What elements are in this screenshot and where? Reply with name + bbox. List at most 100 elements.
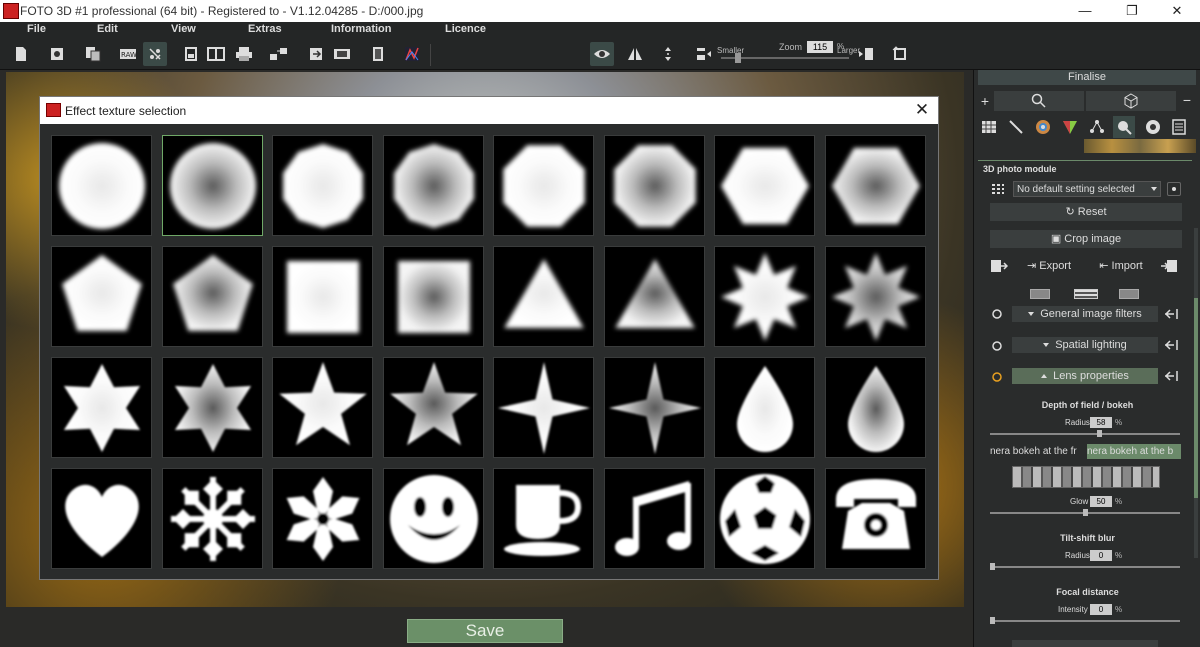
texture-soft-pentagon-dark[interactable] xyxy=(161,246,263,347)
aperture-icon[interactable] xyxy=(1145,119,1161,135)
collapse-panel-icon[interactable] xyxy=(1164,370,1180,382)
texture-icon[interactable] xyxy=(981,119,997,135)
slideshow-icon[interactable] xyxy=(330,42,354,66)
export-all-icon[interactable] xyxy=(990,259,1008,273)
single-view-icon[interactable] xyxy=(179,42,203,66)
texture-soft-8star-light[interactable] xyxy=(714,246,815,347)
texture-soft-hexagon-light[interactable] xyxy=(714,135,815,236)
import-button[interactable]: ⇤ Import xyxy=(1090,258,1152,275)
book-icon[interactable] xyxy=(366,42,390,66)
texture-smiley[interactable] xyxy=(382,468,484,569)
preset-options-icon[interactable] xyxy=(1167,182,1181,196)
general-image-filters-button[interactable]: General image filters xyxy=(1012,306,1158,322)
preset-grid-icon[interactable] xyxy=(991,183,1005,195)
intensity-slider[interactable] xyxy=(990,620,1180,622)
texture-soft-8star-dark[interactable] xyxy=(824,246,926,347)
color-wheel-icon[interactable] xyxy=(1035,119,1051,135)
menu-extras[interactable]: Extras xyxy=(248,23,282,35)
bokeh-back-option[interactable]: nera bokeh at the b xyxy=(1087,444,1181,459)
texture-football[interactable] xyxy=(714,468,815,569)
print-icon[interactable] xyxy=(232,42,256,66)
raw-icon[interactable]: RAW xyxy=(116,42,140,66)
remove-button[interactable]: − xyxy=(1180,92,1194,110)
search-tab[interactable] xyxy=(994,91,1084,111)
texture-heart[interactable] xyxy=(51,468,152,569)
spatial-lighting-button[interactable]: Spatial lighting xyxy=(1012,337,1158,353)
texture-soft-hexagon-dark[interactable] xyxy=(824,135,926,236)
collapse-panel-icon[interactable] xyxy=(1164,308,1180,320)
preset-dropdown[interactable]: No default setting selected xyxy=(1013,181,1161,197)
texture-snowflake-b[interactable] xyxy=(272,468,373,569)
collapse-panel-icon[interactable] xyxy=(1164,339,1180,351)
copy-icon[interactable] xyxy=(81,42,105,66)
3d-cube-tab[interactable] xyxy=(1086,91,1176,111)
zoom-slider-knob[interactable] xyxy=(735,53,741,63)
radius-slider-knob[interactable] xyxy=(1097,430,1103,437)
link-icon-lens[interactable] xyxy=(991,371,1003,383)
texture-soft-square-dark[interactable] xyxy=(382,246,484,347)
layout-small-icon[interactable] xyxy=(1030,289,1050,299)
split-view-icon[interactable] xyxy=(204,42,228,66)
maximize-button[interactable]: ❐ xyxy=(1109,0,1155,22)
texture-soft-triangle-dark[interactable] xyxy=(603,246,705,347)
texture-soft-circle-dark[interactable] xyxy=(161,135,263,236)
open-file-icon[interactable] xyxy=(45,42,69,66)
intensity-value[interactable]: 0 xyxy=(1090,604,1112,615)
tilt-radius-slider[interactable] xyxy=(990,566,1180,568)
finalise-header[interactable]: Finalise xyxy=(978,70,1196,85)
texture-soft-pentagon-light[interactable] xyxy=(51,246,152,347)
link-icon-lighting[interactable] xyxy=(991,340,1003,352)
texture-6star-light[interactable] xyxy=(51,357,152,458)
dialog-close-button[interactable]: ✕ xyxy=(911,99,933,121)
reset-button[interactable]: ↻ Reset xyxy=(990,203,1182,221)
texture-5star-dark[interactable] xyxy=(382,357,484,458)
glow-slider-knob[interactable] xyxy=(1082,509,1088,516)
menu-edit[interactable]: Edit xyxy=(97,23,118,35)
panel-scrollbar[interactable] xyxy=(1194,228,1198,558)
texture-soft-octagon-dark[interactable] xyxy=(603,135,705,236)
brush-icon[interactable] xyxy=(1008,119,1024,135)
texture-soft-square-light[interactable] xyxy=(272,246,373,347)
zoom-value[interactable]: 115 xyxy=(807,41,833,53)
texture-drop-light[interactable] xyxy=(714,357,815,458)
flip-vertical-icon[interactable] xyxy=(656,42,680,66)
radius-value[interactable]: 58 xyxy=(1090,417,1112,428)
minimize-button[interactable]: — xyxy=(1062,0,1108,22)
effects-icon[interactable] xyxy=(143,42,167,66)
texture-soft-triangle-light[interactable] xyxy=(493,246,594,347)
tilt-radius-slider-knob[interactable] xyxy=(990,563,995,570)
layout-large-icon[interactable] xyxy=(1119,289,1139,299)
eye-preview-icon[interactable] xyxy=(590,42,614,66)
tilt-radius-value[interactable]: 0 xyxy=(1090,550,1112,561)
bokeh-front-option[interactable]: nera bokeh at the fr xyxy=(990,444,1085,459)
texture-4star-dark[interactable] xyxy=(603,357,705,458)
menu-information[interactable]: Information xyxy=(331,23,392,35)
texture-4star-light[interactable] xyxy=(493,357,594,458)
scrollbar-thumb[interactable] xyxy=(1194,298,1198,498)
color-filter-icon[interactable] xyxy=(1062,119,1078,135)
transfer-icon[interactable] xyxy=(267,42,291,66)
texture-music-note[interactable] xyxy=(603,468,705,569)
add-button[interactable]: + xyxy=(978,92,992,110)
texture-snowflake-a[interactable] xyxy=(161,468,263,569)
nodes-icon[interactable] xyxy=(1089,119,1105,135)
radius-slider[interactable] xyxy=(990,433,1180,435)
texture-coffee-cup[interactable] xyxy=(493,468,594,569)
new-file-icon[interactable] xyxy=(9,42,33,66)
texture-5star-light[interactable] xyxy=(272,357,373,458)
texture-drop-dark[interactable] xyxy=(824,357,926,458)
close-window-button[interactable]: ✕ xyxy=(1154,0,1200,22)
export-image-icon[interactable] xyxy=(304,42,328,66)
glow-value[interactable]: 50 xyxy=(1090,496,1112,507)
texture-telephone[interactable] xyxy=(824,468,926,569)
menu-licence[interactable]: Licence xyxy=(445,23,486,35)
export-button[interactable]: ⇥ Export xyxy=(1018,258,1080,275)
texture-6star-dark[interactable] xyxy=(161,357,263,458)
menu-file[interactable]: File xyxy=(27,23,46,35)
texture-soft-decagon-dark[interactable] xyxy=(382,135,484,236)
import-all-icon[interactable] xyxy=(1160,259,1178,273)
layout-medium-icon[interactable] xyxy=(1074,289,1098,299)
next-section-button[interactable] xyxy=(1012,640,1158,647)
compare-icon[interactable] xyxy=(623,42,647,66)
histogram-icon[interactable] xyxy=(400,42,424,66)
